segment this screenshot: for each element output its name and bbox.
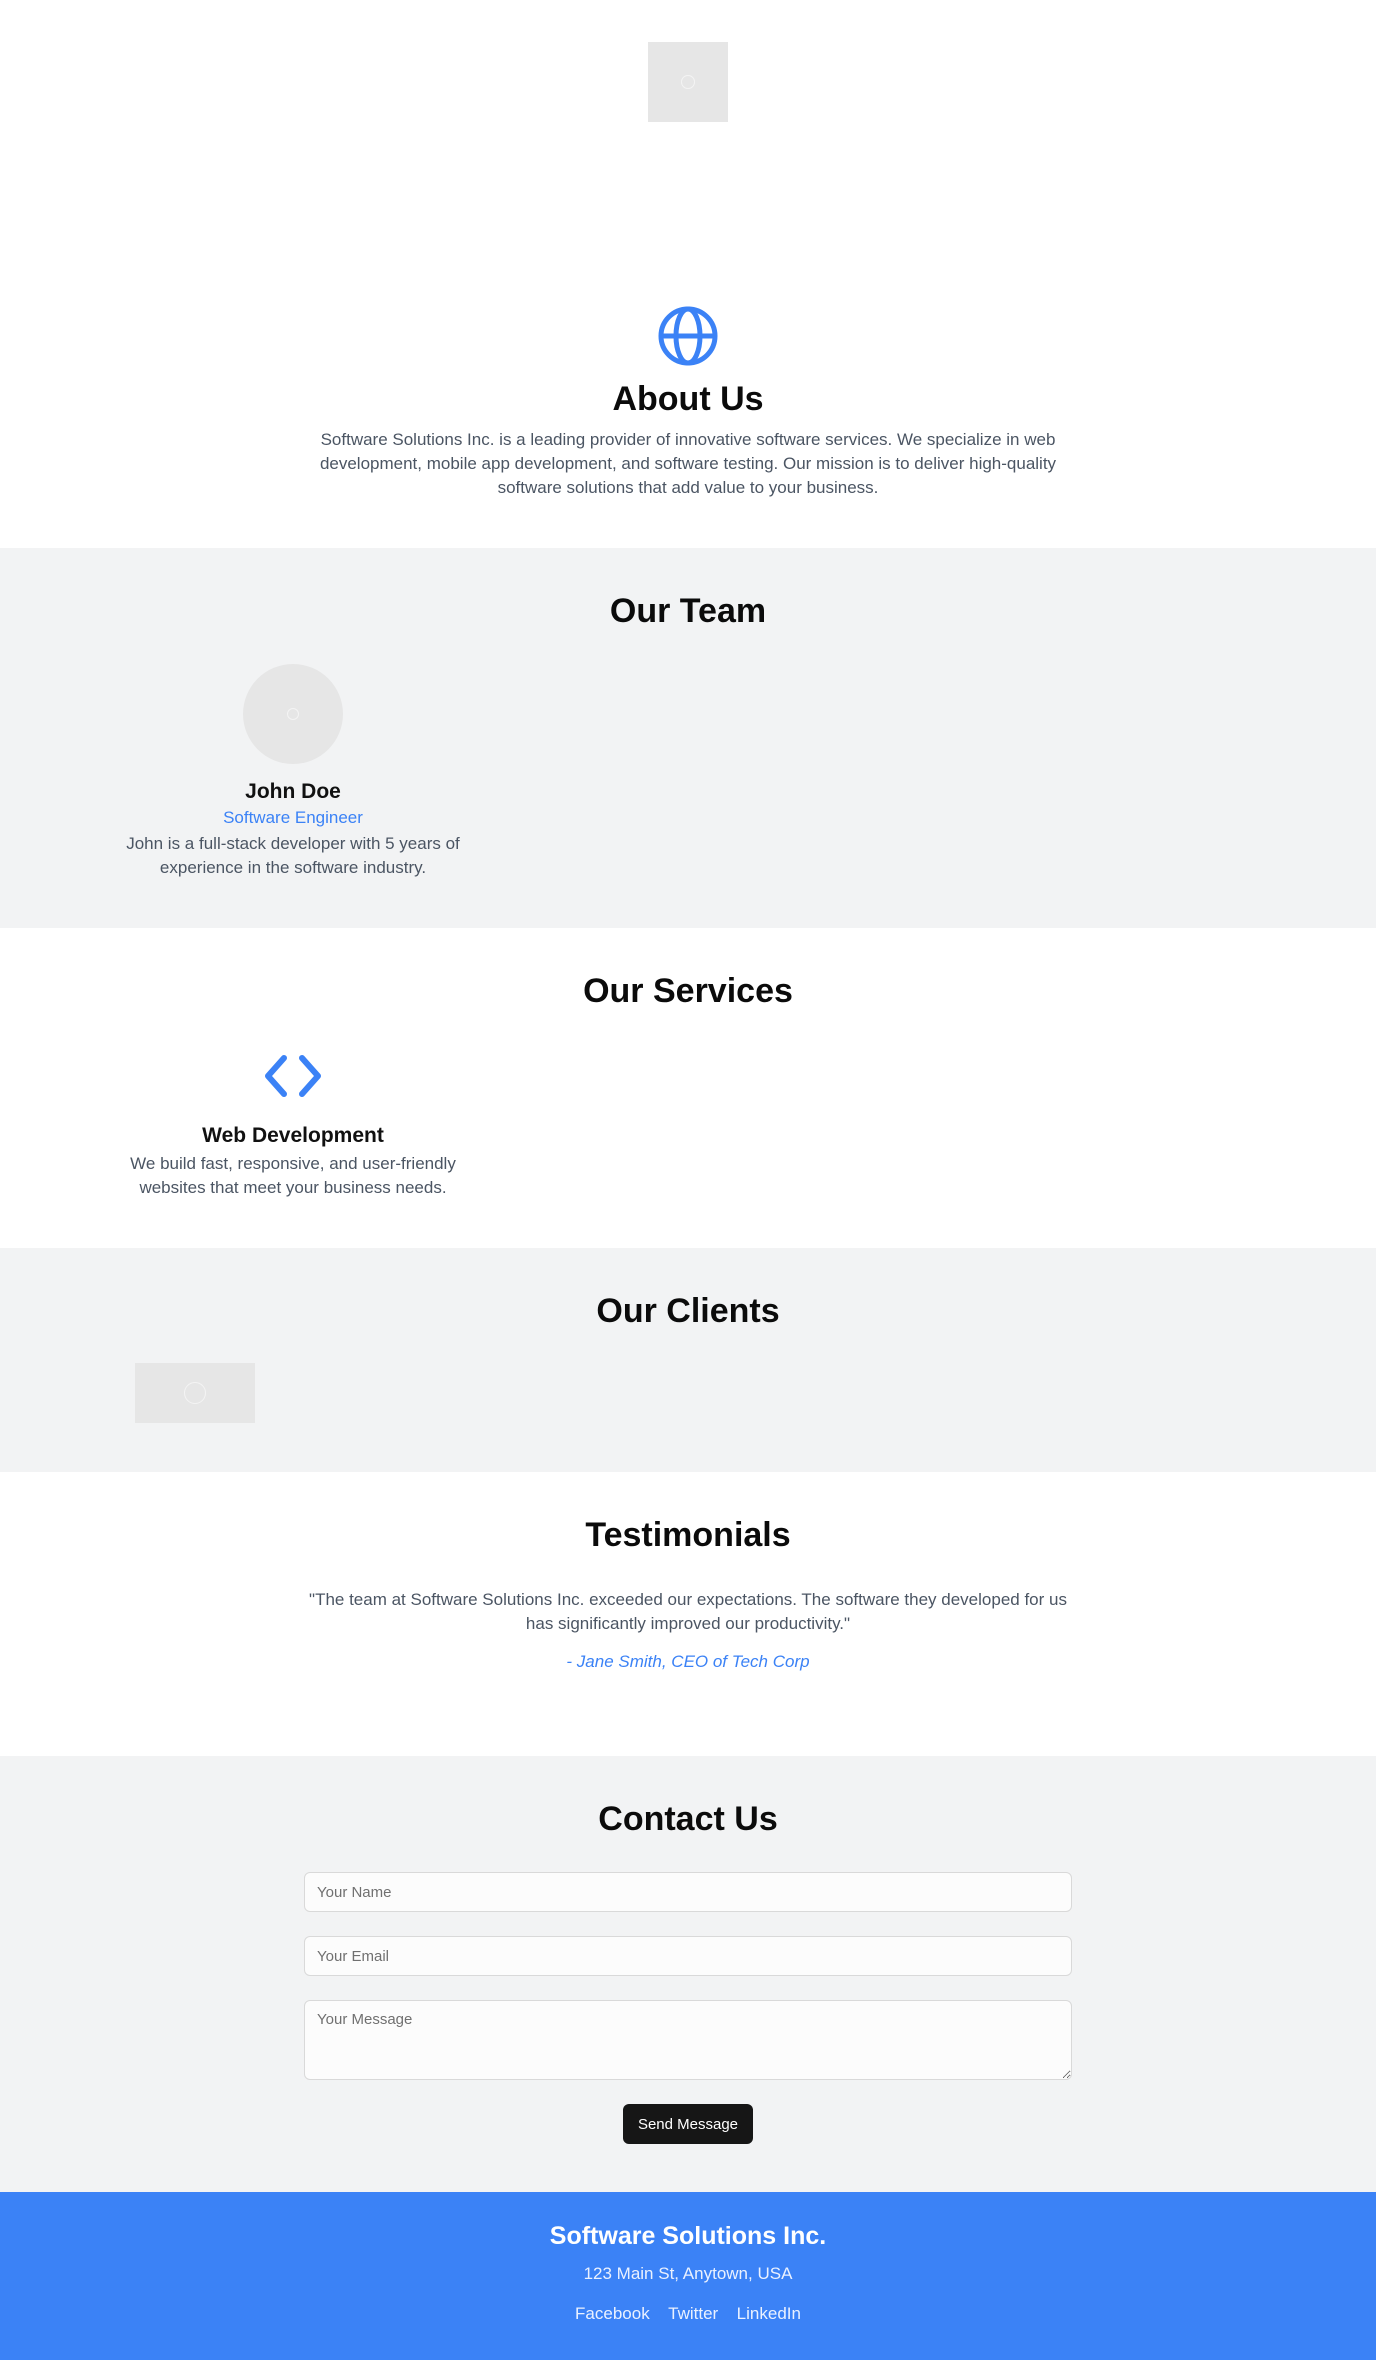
name-field[interactable] [304,1872,1072,1912]
logo-image [648,42,728,122]
about-description: Software Solutions Inc. is a leading pro… [319,430,1057,497]
avatar [243,664,343,764]
about-section: About Us Software Solutions Inc. is a le… [0,0,1376,548]
globe-icon [658,306,718,366]
testimonials-title: Testimonials [585,1516,791,1554]
linkedin-link[interactable]: LinkedIn [737,2304,801,2323]
send-message-button[interactable]: Send Message [623,2104,753,2144]
services-title: Our Services [583,972,793,1010]
testimonial-quote: "The team at Software Solutions Inc. exc… [309,1590,1067,1633]
message-field[interactable] [304,2000,1072,2080]
client-logo [135,1363,255,1423]
footer: Software Solutions Inc. 123 Main St, Any… [0,2192,1376,2360]
code-icon [265,1055,321,1097]
service-name: Web Development [202,1124,384,1147]
footer-links: Facebook Twitter LinkedIn [0,2304,1376,2324]
footer-address: 123 Main St, Anytown, USA [583,2264,793,2283]
service-description: We build fast, responsive, and user-frie… [130,1154,456,1197]
team-member-role: Software Engineer [223,808,363,827]
team-title: Our Team [609,592,767,630]
email-field[interactable] [304,1936,1072,1976]
clients-title: Our Clients [596,1292,780,1330]
contact-title: Contact Us [598,1800,778,1838]
footer-company-name: Software Solutions Inc. [549,2222,827,2250]
team-member-bio: John is a full-stack developer with 5 ye… [126,834,460,877]
twitter-link[interactable]: Twitter [668,2304,718,2323]
team-member-name: John Doe [245,780,341,803]
testimonial-author: - Jane Smith, CEO of Tech Corp [566,1652,810,1671]
facebook-link[interactable]: Facebook [575,2304,650,2323]
clients-section [0,1248,1376,1472]
about-title: About Us [612,380,764,418]
